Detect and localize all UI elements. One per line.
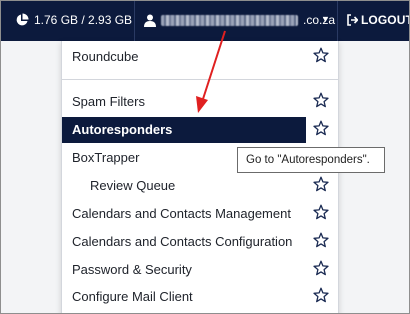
disk-usage[interactable]: 1.76 GB / 2.93 GB: [15, 13, 132, 27]
menu-item-review-queue[interactable]: Review Queue: [62, 173, 306, 199]
pie-chart-icon: [16, 13, 29, 26]
menu-item-spam-filters[interactable]: Spam Filters: [62, 89, 306, 115]
menu-item-calendars-contacts-configuration[interactable]: Calendars and Contacts Configuration: [62, 229, 306, 255]
menu-item-password-security[interactable]: Password & Security: [62, 257, 306, 283]
user-icon: [144, 14, 156, 27]
screenshot-frame: 1.76 GB / 2.93 GB .co.za ▼ LOGOUT Roundc…: [0, 0, 410, 314]
menu-item-autoresponders[interactable]: Autoresponders: [62, 117, 306, 143]
star-icon[interactable]: [313, 176, 329, 192]
top-bar: 1.76 GB / 2.93 GB .co.za ▼ LOGOUT: [1, 1, 409, 41]
redacted-username: [161, 14, 298, 26]
chevron-down-icon[interactable]: ▼: [321, 14, 330, 24]
logout-icon: [347, 14, 358, 26]
tooltip: Go to "Autoresponders".: [237, 147, 385, 173]
star-icon[interactable]: [313, 260, 329, 276]
star-icon[interactable]: [313, 204, 329, 220]
star-icon[interactable]: [313, 92, 329, 108]
user-domain: .co.za: [303, 13, 336, 27]
separator: [337, 1, 338, 41]
menu-item-configure-mail-client[interactable]: Configure Mail Client: [62, 284, 306, 310]
user-menu[interactable]: .co.za: [144, 13, 335, 27]
star-icon[interactable]: [313, 232, 329, 248]
disk-usage-text: 1.76 GB / 2.93 GB: [34, 13, 133, 27]
menu-item-roundcube[interactable]: Roundcube: [62, 44, 306, 70]
email-dropdown-menu: Roundcube Spam Filters Autoresponders Bo…: [61, 41, 339, 313]
menu-divider: [62, 79, 338, 80]
logout-label: LOGOUT: [361, 13, 410, 27]
star-icon[interactable]: [313, 120, 329, 136]
menu-item-calendars-contacts-management[interactable]: Calendars and Contacts Management: [62, 201, 306, 227]
star-icon[interactable]: [313, 287, 329, 303]
star-icon[interactable]: [313, 47, 329, 63]
logout-button[interactable]: LOGOUT: [347, 13, 410, 27]
separator: [134, 1, 135, 41]
